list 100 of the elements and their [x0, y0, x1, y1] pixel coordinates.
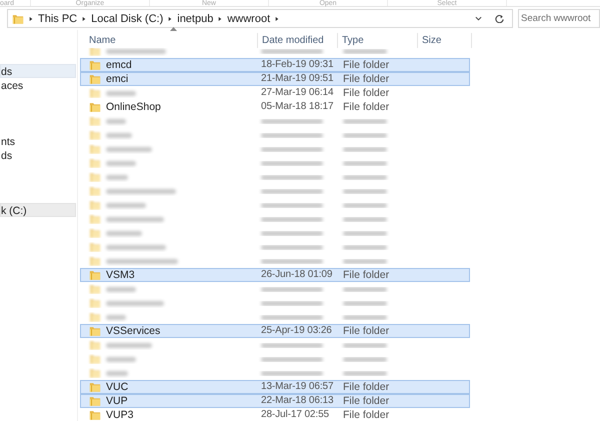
blurred-text	[343, 132, 387, 138]
file-row[interactable]: 27-Mar-19 06:14 File folder	[80, 86, 470, 100]
blurred-text	[106, 370, 128, 376]
file-name: OnlineShop	[106, 101, 161, 113]
file-row[interactable]: VSServices 25-Apr-19 03:26 File folder	[80, 324, 470, 338]
blurred-text	[343, 118, 387, 124]
file-row[interactable]: VUP3 28-Jul-17 02:55 File folder	[80, 408, 470, 421]
blurred-text	[343, 216, 387, 222]
file-type: File folder	[343, 59, 390, 71]
blurred-text	[261, 230, 323, 236]
file-row[interactable]: OnlineShop 05-Mar-18 18:17 File folder	[80, 100, 470, 114]
blurred-text	[343, 300, 387, 306]
search-field[interactable]: Search wwwroot	[518, 9, 600, 28]
file-name: VSServices	[106, 325, 160, 337]
blurred-text	[261, 286, 323, 292]
breadcrumb[interactable]: This PC	[38, 12, 78, 24]
nav-item[interactable]: ds	[0, 64, 76, 78]
date-modified: 27-Mar-19 06:14	[261, 87, 334, 99]
file-row[interactable]: emcd 18-Feb-19 09:31 File folder	[80, 58, 470, 72]
blurred-text	[261, 188, 323, 194]
date-modified: 26-Jun-18 01:09	[261, 269, 332, 281]
folder-icon	[89, 158, 101, 168]
blurred-text	[106, 342, 152, 348]
date-modified: 13-Mar-19 06:57	[261, 381, 334, 393]
chevron-icon	[218, 16, 222, 22]
date-modified: 28-Jul-17 02:55	[261, 409, 329, 421]
nav-item[interactable]: aces	[0, 78, 76, 92]
blurred-text	[343, 356, 387, 362]
blurred-text	[106, 244, 166, 250]
date-modified: 05-Mar-18 18:17	[261, 101, 334, 113]
breadcrumb[interactable]: wwwroot	[227, 12, 270, 24]
blurred-text	[261, 48, 323, 54]
folder-icon	[89, 74, 101, 84]
file-name: emcd	[106, 59, 132, 71]
blurred-text	[106, 216, 164, 222]
folder-icon	[89, 200, 101, 210]
blurred-text	[261, 356, 323, 362]
breadcrumb[interactable]: inetpub	[177, 12, 214, 24]
blurred-text	[261, 174, 323, 180]
file-row[interactable]: VUC 13-Mar-19 06:57 File folder	[80, 380, 470, 394]
file-name: VSM3	[106, 269, 135, 281]
column-header[interactable]: Date modified	[258, 33, 338, 48]
file-type: File folder	[343, 73, 390, 85]
blurred-text	[343, 160, 387, 166]
nav-item[interactable]: k (C:)	[0, 203, 76, 217]
date-modified: 21-Mar-19 09:51	[261, 73, 334, 85]
blurred-text	[343, 244, 387, 250]
chevron-icon	[168, 16, 172, 22]
file-type: File folder	[343, 409, 390, 421]
folder-icon	[89, 172, 101, 182]
chevron-icon	[82, 16, 86, 22]
blurred-text	[343, 174, 387, 180]
blurred-text	[106, 230, 142, 236]
blurred-text	[106, 314, 126, 320]
blurred-text	[106, 90, 136, 96]
blurred-text	[343, 202, 387, 208]
file-row[interactable]: VSM3 26-Jun-18 01:09 File folder	[80, 268, 470, 282]
breadcrumb[interactable]: Local Disk (C:)	[91, 12, 164, 24]
blurred-text	[261, 132, 323, 138]
blurred-text	[343, 146, 387, 152]
nav-item[interactable]: ds	[0, 148, 76, 162]
blurred-text	[106, 160, 136, 166]
folder-icon	[89, 130, 101, 140]
folder-icon	[89, 396, 101, 406]
file-name: emci	[106, 73, 128, 85]
folder-icon	[89, 214, 101, 224]
blurred-text	[106, 118, 126, 124]
refresh-icon	[495, 14, 504, 23]
file-type: File folder	[343, 325, 390, 337]
folder-icon	[89, 116, 101, 126]
folder-icon	[89, 48, 101, 56]
folder-icon	[89, 228, 101, 238]
blurred-text	[261, 314, 323, 320]
blurred-text	[261, 160, 323, 166]
file-row[interactable]: emci 21-Mar-19 09:51 File folder	[80, 72, 470, 86]
column-header[interactable]: Name	[80, 33, 258, 48]
blurred-text	[261, 216, 323, 222]
folder-icon	[89, 326, 101, 336]
chevron-icon	[275, 16, 280, 22]
folder-icon	[89, 256, 101, 266]
blurred-text	[106, 146, 152, 152]
folder-icon	[89, 270, 101, 280]
blurred-text	[106, 48, 166, 54]
folder-icon	[89, 284, 101, 294]
blurred-text	[261, 342, 323, 348]
file-type: File folder	[343, 87, 390, 99]
file-type: File folder	[343, 101, 390, 113]
blurred-text	[106, 174, 128, 180]
blurred-text	[261, 244, 323, 250]
column-header[interactable]: Type	[338, 33, 418, 48]
blurred-text	[106, 202, 146, 208]
blurred-text	[106, 286, 136, 292]
folder-icon	[89, 382, 101, 392]
file-row[interactable]: VUP 22-Mar-18 06:13 File folder	[80, 394, 470, 408]
blurred-text	[106, 258, 178, 264]
nav-item[interactable]: nts	[0, 134, 76, 148]
file-name: VUC	[106, 381, 128, 393]
column-header[interactable]: Size	[418, 33, 472, 48]
folder-icon	[89, 410, 101, 420]
address-bar[interactable]: This PC Local Disk (C:) inetpub wwwroot	[7, 9, 513, 28]
